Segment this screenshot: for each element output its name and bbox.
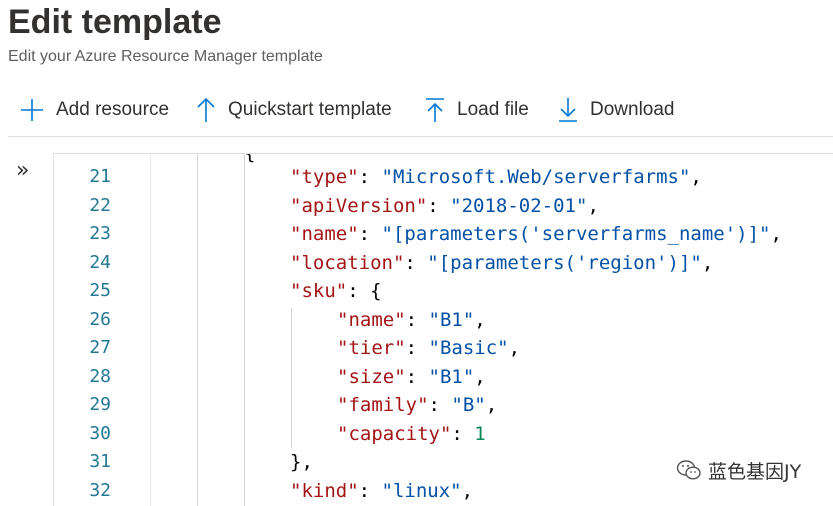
- json-punctuation: ,: [461, 479, 474, 502]
- line-number: 25: [89, 280, 111, 301]
- json-punctuation: ,: [770, 223, 782, 245]
- json-key: "capacity": [337, 422, 452, 445]
- json-string: "B1": [428, 365, 475, 388]
- page-subtitle: Edit your Azure Resource Manager templat…: [8, 48, 323, 65]
- json-punctuation: :: [405, 337, 429, 359]
- line-number: 30: [89, 422, 111, 444]
- json-key: "kind": [290, 479, 359, 502]
- code-text: "family": "B",: [337, 391, 497, 419]
- code-line: 27 "tier": "Basic",: [54, 334, 833, 362]
- json-string: "Basic": [428, 337, 509, 359]
- page-title: Edit template: [8, 3, 222, 41]
- json-punctuation: ,: [508, 337, 521, 359]
- json-string: "B": [451, 394, 486, 416]
- code-text: "type": "Microsoft.Web/serverfarms",: [290, 163, 702, 191]
- code-line: 30 "capacity": 1: [54, 420, 833, 448]
- code-text: },: [290, 448, 313, 476]
- json-punctuation: ,: [485, 394, 498, 416]
- json-punctuation: :: [358, 479, 382, 502]
- watermark-text: 蓝色基因JY: [708, 460, 802, 483]
- json-key: "location": [290, 251, 405, 274]
- code-line: 22 "apiVersion": "2018-02-01",: [54, 192, 833, 220]
- json-punctuation: :: [451, 422, 475, 445]
- json-string: "[parameters('region')]": [427, 251, 702, 274]
- code-text: "size": "B1",: [337, 363, 486, 391]
- json-punctuation: ,: [474, 365, 486, 388]
- json-punctuation: :: [428, 394, 452, 416]
- code-line: 21 "type": "Microsoft.Web/serverfarms",: [54, 163, 833, 191]
- json-punctuation: ,: [701, 251, 714, 274]
- download-label: Download: [590, 99, 675, 120]
- load-file-label: Load file: [457, 99, 529, 120]
- line-number: 27: [89, 337, 111, 358]
- watermark: 蓝色基因JY: [676, 455, 801, 485]
- json-punctuation: :: [404, 251, 428, 274]
- json-key: "type": [290, 166, 359, 188]
- json-punctuation: },: [290, 451, 313, 473]
- code-line: 24 "location": "[parameters('region')]",: [54, 249, 833, 277]
- add-resource-button[interactable]: Add resource: [20, 90, 169, 130]
- line-number: 31: [89, 451, 111, 472]
- toolbar: Add resource Quickstart template Load fi…: [8, 90, 833, 130]
- quickstart-template-button[interactable]: Quickstart template: [196, 90, 392, 130]
- json-punctuation: : {: [347, 280, 382, 302]
- upload-icon: [426, 98, 444, 122]
- code-editor[interactable]: { 21 "type": "Microsoft.Web/serverfarms",…: [53, 153, 833, 506]
- code-line: 26 "name": "B1",: [54, 306, 833, 334]
- line-number: 29: [89, 394, 111, 415]
- code-text: "tier": "Basic",: [337, 334, 520, 362]
- download-button[interactable]: Download: [558, 90, 675, 130]
- line-number: 21: [89, 166, 111, 187]
- json-punctuation: ,: [587, 194, 599, 217]
- json-string: "[parameters('serverfarms_name')]": [381, 223, 771, 245]
- code-text: "name": "B1",: [337, 306, 486, 334]
- line-number: 32: [89, 479, 111, 501]
- code-line: 25 "sku": {: [54, 277, 833, 305]
- json-key: "size": [337, 365, 406, 388]
- code-line: 29 "family": "B",: [54, 391, 833, 419]
- json-string: "B1": [428, 308, 475, 331]
- line-number: 24: [89, 251, 111, 273]
- json-key: "family": [337, 394, 429, 416]
- download-icon: [559, 98, 577, 122]
- json-key: "name": [290, 223, 359, 245]
- json-punctuation: ,: [474, 308, 486, 331]
- json-key: "name": [337, 308, 406, 331]
- toolbar-divider: [8, 136, 833, 137]
- json-key: "sku": [290, 280, 348, 302]
- add-resource-label: Add resource: [56, 99, 170, 120]
- line-number: 26: [89, 308, 111, 330]
- json-string: "2018-02-01": [450, 194, 588, 217]
- json-punctuation: :: [405, 365, 429, 388]
- code-line: 23 "name": "[parameters('serverfarms_name…: [54, 220, 833, 248]
- code-text: "apiVersion": "2018-02-01",: [290, 192, 599, 220]
- line-number: 22: [89, 194, 111, 216]
- json-punctuation: :: [405, 308, 429, 331]
- wechat-icon: [676, 460, 701, 480]
- code-text: "sku": {: [290, 277, 382, 305]
- quickstart-template-label: Quickstart template: [228, 99, 392, 120]
- json-key: "tier": [337, 337, 406, 359]
- expand-panel-button[interactable]: »: [16, 160, 38, 182]
- line-number: 28: [89, 365, 111, 387]
- json-punctuation: :: [358, 223, 382, 245]
- json-punctuation: ,: [690, 166, 702, 188]
- code-text: "capacity": 1: [337, 420, 486, 448]
- code-line: 28 "size": "B1",: [54, 363, 833, 391]
- plus-icon: [21, 99, 43, 121]
- code-text: "location": "[parameters('region')]",: [290, 249, 713, 277]
- json-string: "Microsoft.Web/serverfarms": [381, 166, 691, 188]
- line-number: 23: [89, 223, 111, 244]
- arrow-up-icon: [197, 97, 215, 122]
- code-text: "kind": "linux",: [290, 477, 473, 505]
- json-key: "apiVersion": [290, 194, 428, 217]
- json-punctuation: :: [427, 194, 451, 217]
- json-punctuation: :: [358, 166, 382, 188]
- json-number: 1: [474, 422, 486, 445]
- code-text: "name": "[parameters('serverfarms_name')…: [290, 220, 782, 248]
- load-file-button[interactable]: Load file: [425, 90, 529, 130]
- json-string: "linux": [381, 479, 462, 502]
